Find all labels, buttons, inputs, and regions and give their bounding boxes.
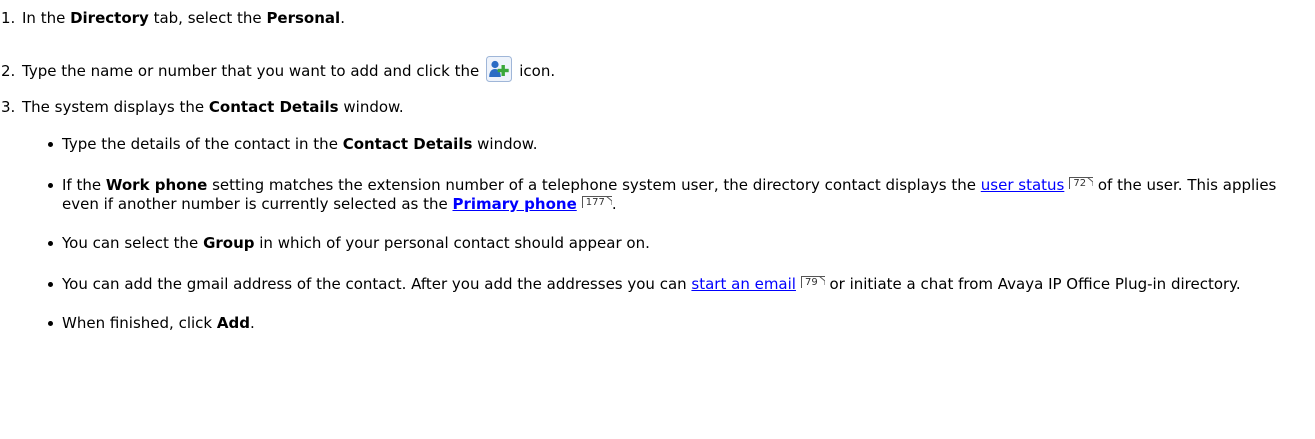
contact-details-term: Contact Details [208, 98, 339, 116]
bullet-text: Type the details of the contact in the [62, 135, 343, 153]
list-item: You can add the gmail address of the con… [48, 275, 1310, 294]
bullet-dot [48, 321, 53, 326]
bullet-text: . [249, 314, 255, 332]
bullet-dot [48, 241, 53, 246]
step-text: window. [338, 98, 404, 116]
step-number: 3. [1, 98, 16, 116]
primary-phone-link-label: Primary phone [452, 195, 577, 213]
bullet-text: When finished, click [62, 314, 217, 332]
step-number: 2. [1, 62, 16, 80]
step-text: The system displays the [22, 98, 209, 116]
document: 1. In the Directory tab, select the Perso… [0, 0, 1315, 439]
step-text: icon. [519, 62, 556, 80]
bullet-text: in which of your personal contact should… [254, 234, 650, 252]
primary-phone-link[interactable]: Primary phone [452, 195, 576, 213]
step-text: . [340, 9, 345, 27]
bullet-text: setting matches the extension number of … [207, 176, 981, 194]
bullet-dot [48, 282, 53, 287]
bullet-text: You can add the gmail address of the con… [62, 275, 692, 293]
page-reference-badge: 177 [581, 196, 612, 208]
page-fold-icon [605, 196, 612, 205]
step-1: 1. In the Directory tab, select the Perso… [1, 8, 345, 28]
step-text: tab, select the [148, 9, 267, 27]
add-term: Add [216, 314, 250, 332]
page-reference-badge: 79 [800, 276, 825, 288]
step-text: Type the name or number that you want to… [22, 62, 480, 80]
list-item: When finished, click Add. [48, 314, 1310, 333]
step-2: 2. Type the name or number that you want … [1, 56, 555, 82]
bullet-list: Type the details of the contact in the C… [48, 135, 1310, 333]
bullet-dot [48, 142, 53, 147]
page-fold-icon [1087, 177, 1094, 186]
start-an-email-link[interactable]: start an email [691, 275, 796, 293]
bullet-text: You can select the [62, 234, 204, 252]
step-3: 3. The system displays the Contact Detail… [1, 97, 404, 117]
bullet-text: window. [472, 135, 538, 153]
add-contact-icon [486, 56, 513, 82]
personal-term: Personal [266, 9, 341, 27]
page-reference-number: 79 [804, 277, 818, 288]
bullet-text: or initiate a chat from Avaya IP Office … [824, 275, 1241, 293]
list-item: You can select the Group in which of you… [48, 234, 1310, 253]
step-number: 1. [1, 9, 16, 27]
step-text: In the [22, 9, 71, 27]
bullet-text: . [611, 195, 617, 213]
bullet-dot [48, 183, 53, 188]
group-term: Group [203, 234, 255, 252]
directory-tab-term: Directory [70, 9, 149, 27]
page-fold-icon [818, 276, 825, 285]
contact-details-term: Contact Details [342, 135, 473, 153]
bullet-text: If the [62, 176, 106, 194]
user-status-link[interactable]: user status [981, 176, 1065, 194]
page-reference-number: 72 [1073, 178, 1087, 189]
page-reference-badge: 72 [1069, 177, 1094, 189]
page-reference-number: 177 [585, 197, 605, 208]
list-item: If the Work phone setting matches the ex… [48, 176, 1310, 214]
work-phone-term: Work phone [105, 176, 208, 194]
list-item: Type the details of the contact in the C… [48, 135, 1310, 154]
